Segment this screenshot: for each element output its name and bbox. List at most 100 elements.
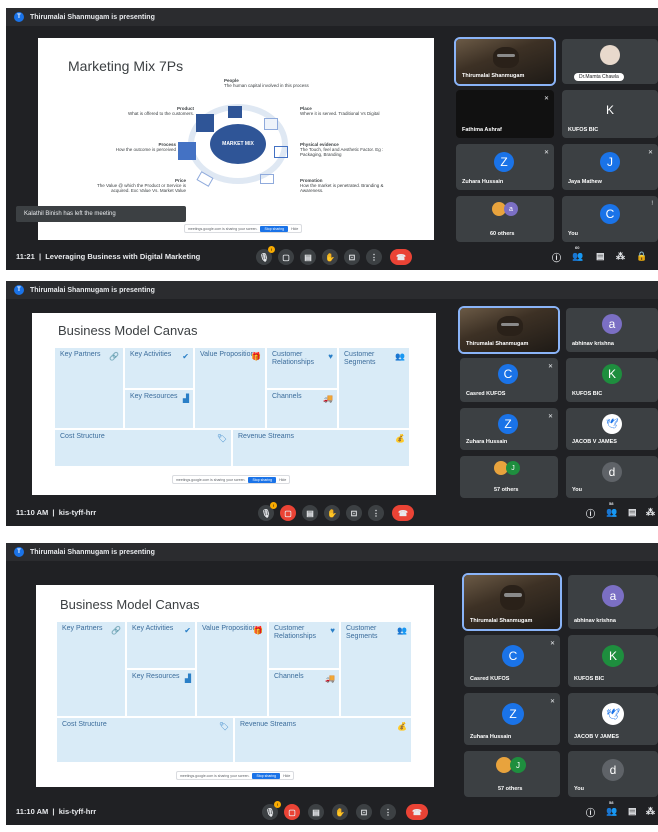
raise-hand-button[interactable]: ✋: [332, 804, 348, 820]
tile-mamta[interactable]: Dr.Mamta Chawla: [562, 39, 658, 84]
tile-others[interactable]: J 57 others: [464, 751, 560, 797]
captions-button[interactable]: ▤: [300, 249, 316, 265]
tile-abhinav[interactable]: a abhinav krishna: [568, 575, 658, 629]
mic-off-icon: ✕: [543, 150, 549, 156]
presenting-banner: T Thirumalai Shanmugam is presenting: [6, 8, 658, 26]
tile-zuhara[interactable]: ✕ Z Zuhara Hussain: [464, 693, 560, 745]
people-icon[interactable]: 👥 58: [606, 800, 617, 817]
place-icon: [264, 118, 278, 130]
stop-sharing-button[interactable]: Stop sharing: [260, 225, 289, 232]
stop-sharing-button[interactable]: Stop sharing: [252, 772, 281, 779]
tile-casred[interactable]: ✕ C Casred KUFOS: [464, 635, 560, 687]
presenter-avatar-icon: T: [14, 285, 24, 295]
bird-avatar-icon: 🕊: [602, 414, 622, 434]
lock-icon[interactable]: 🔒: [636, 251, 647, 262]
camera-off-button[interactable]: ▢: [280, 505, 296, 521]
bmc-key-activities: Key Activities ✔: [124, 347, 194, 389]
others-avatar: J: [506, 461, 520, 475]
tile-you[interactable]: ! C You: [562, 196, 658, 242]
mic-off-icon: ✕: [647, 150, 653, 156]
activities-icon[interactable]: ⁂: [616, 251, 625, 262]
factory-icon: ▟: [182, 394, 189, 403]
chat-icon[interactable]: ▤: [628, 806, 637, 817]
tile-jaya[interactable]: ✕ J Jaya Mathew: [562, 144, 658, 190]
avatar: Z: [498, 414, 518, 434]
captions-button[interactable]: ▤: [308, 804, 324, 820]
tile-kufos-bic[interactable]: K KUFOS BIC: [562, 90, 658, 138]
raise-hand-button[interactable]: ✋: [322, 249, 338, 265]
tile-others[interactable]: a 60 others: [456, 196, 554, 242]
present-button[interactable]: ⊡: [346, 505, 362, 521]
activities-icon[interactable]: ⁂: [646, 806, 655, 817]
mic-off-icon: ✕: [543, 96, 549, 102]
mic-button[interactable]: 🎙!: [262, 801, 281, 820]
leave-call-button[interactable]: ☎: [392, 505, 414, 521]
tile-others[interactable]: J 57 others: [460, 456, 558, 498]
more-options-button[interactable]: ⋮: [368, 505, 384, 521]
more-options-button[interactable]: ⋮: [380, 804, 396, 820]
sharing-pill: meetings.google.com is sharing your scre…: [176, 771, 295, 780]
tile-thirumalai[interactable]: Thirumalai Shanmugam: [458, 306, 560, 354]
presented-slide: Business Model Canvas Key Partners 🔗 Key …: [36, 585, 434, 787]
avatar: a: [602, 314, 622, 334]
people-icon[interactable]: 👥 60: [572, 245, 583, 262]
tile-casred[interactable]: ✕ C Casred KUFOS: [460, 358, 558, 402]
captions-button[interactable]: ▤: [302, 505, 318, 521]
avatar: C: [600, 204, 620, 224]
gift-icon: 🎁: [253, 626, 263, 635]
avatar: Z: [494, 152, 514, 172]
hide-button[interactable]: Hide: [291, 227, 298, 231]
name-pill: Dr.Mamta Chawla: [574, 73, 624, 81]
presented-slide: Business Model Canvas Key Partners 🔗 Key …: [32, 313, 436, 495]
bmc-customer-relationships: Customer Relationships ♥: [268, 621, 340, 669]
profile-photo: [600, 45, 620, 65]
tile-thirumalai[interactable]: Thirumalai Shanmugam: [454, 37, 556, 86]
meet-controls-bar: 11:21 | Leveraging Business with Digital…: [6, 244, 658, 270]
tile-abhinav[interactable]: a abhinav krishna: [566, 308, 658, 352]
tag-icon: 🏷: [216, 434, 227, 443]
camera-off-button[interactable]: ▢: [284, 804, 300, 820]
physical-evidence-icon: [274, 146, 288, 158]
p-promotion: Promotion How the market is penetrated. B…: [300, 178, 384, 193]
people-icon[interactable]: 👥 58: [606, 501, 617, 518]
mic-button[interactable]: 🎙!: [256, 246, 275, 265]
info-icon[interactable]: ⓘ: [586, 507, 595, 520]
avatar: a: [602, 585, 624, 607]
present-button[interactable]: ⊡: [344, 249, 360, 265]
tile-zuhara[interactable]: ✕ Z Zuhara Hussain: [456, 144, 554, 190]
tile-thirumalai[interactable]: Thirumalai Shanmugam: [462, 573, 562, 631]
present-button[interactable]: ⊡: [356, 804, 372, 820]
info-icon[interactable]: ⓘ: [586, 806, 595, 819]
hide-button[interactable]: Hide: [279, 478, 286, 482]
bmc-key-resources: Key Resources ▟: [124, 389, 194, 429]
activities-icon[interactable]: ⁂: [646, 507, 655, 518]
leave-call-button[interactable]: ☎: [406, 804, 428, 820]
tile-zuhara[interactable]: ✕ Z Zuhara Hussain: [460, 408, 558, 450]
tile-jacob[interactable]: 🕊 JACOB V JAMES: [568, 693, 658, 745]
tile-you[interactable]: d You: [568, 751, 658, 797]
chat-icon[interactable]: ▤: [628, 507, 637, 518]
leave-call-button[interactable]: ☎: [390, 249, 412, 265]
avatar: d: [602, 462, 622, 482]
bmc-customer-segments: Customer Segments 👥: [338, 347, 410, 429]
meet-controls-bar: 11:10 AM | kis-tyff-hrr 🎙! ▢ ▤ ✋ ⊡ ⋮ ☎ ⓘ…: [6, 799, 658, 825]
tile-kufos-bic[interactable]: K KUFOS BIC: [566, 358, 658, 402]
mic-button[interactable]: 🎙!: [258, 502, 277, 521]
tile-you[interactable]: d You: [566, 456, 658, 498]
more-options-button[interactable]: ⋮: [366, 249, 382, 265]
tile-kufos-bic[interactable]: K KUFOS BIC: [568, 635, 658, 687]
stop-sharing-button[interactable]: Stop sharing: [248, 476, 277, 483]
presenting-text: Thirumalai Shanmugam is presenting: [30, 286, 155, 294]
camera-button[interactable]: ▢: [278, 249, 294, 265]
info-icon[interactable]: ⓘ: [552, 251, 561, 264]
factory-icon: ▟: [184, 674, 191, 683]
meeting-info: 11:10 AM | kis-tyff-hrr: [16, 508, 97, 517]
presenting-text: Thirumalai Shanmugam is presenting: [30, 13, 155, 21]
hide-button[interactable]: Hide: [283, 774, 290, 778]
presenting-banner: T Thirumalai Shanmugam is presenting: [6, 281, 658, 299]
product-block: [196, 114, 214, 132]
tile-fathima[interactable]: ✕ Fathima Ashraf: [456, 90, 554, 138]
tile-jacob[interactable]: 🕊 JACOB V JAMES: [566, 408, 658, 450]
chat-icon[interactable]: ▤: [596, 251, 605, 262]
raise-hand-button[interactable]: ✋: [324, 505, 340, 521]
